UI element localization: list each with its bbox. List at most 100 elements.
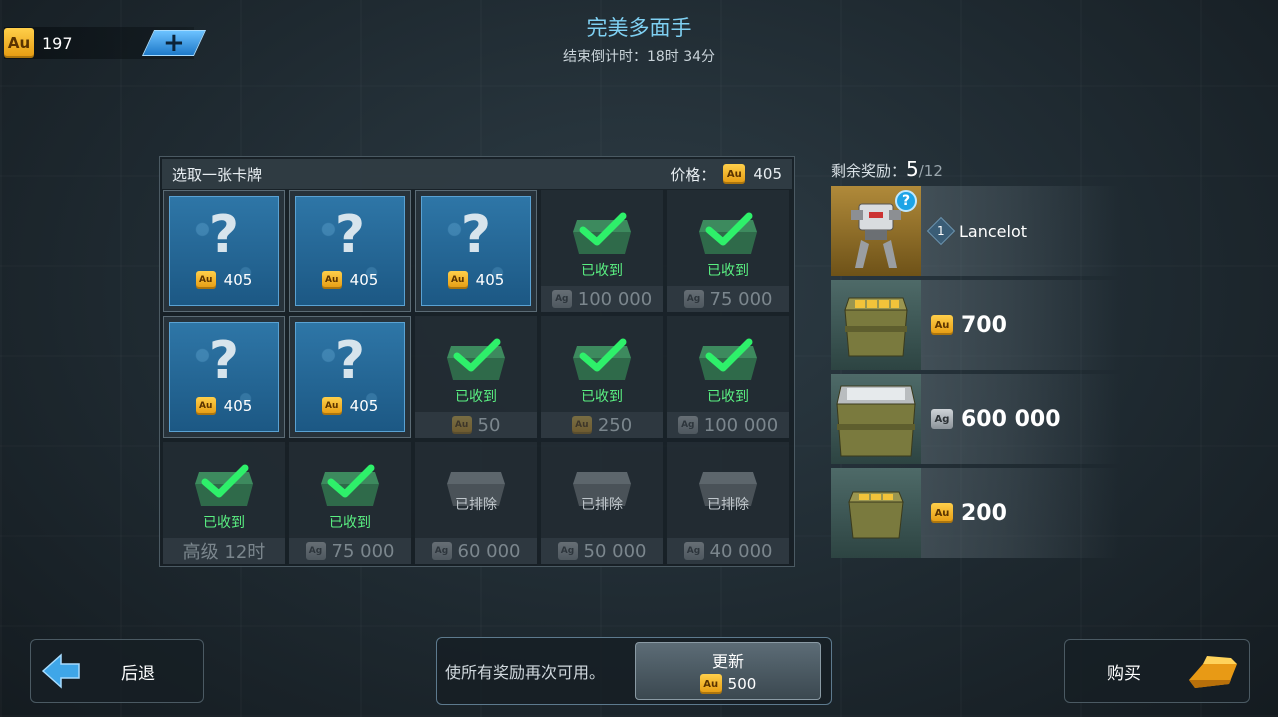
refresh-panel: 使所有奖励再次可用。 更新 Au 500 bbox=[436, 637, 832, 705]
card-panel: 选取一张卡牌 价格： Au 405 ? Au 405? Au 405? Au 405 已收到 A… bbox=[159, 156, 795, 567]
gold-icon: Au bbox=[321, 271, 342, 289]
question-mark-icon: ? bbox=[334, 331, 366, 391]
silver-icon: Ag bbox=[677, 416, 698, 434]
checkmark-icon bbox=[705, 338, 753, 372]
reward-row-robot[interactable]: ? 1 Lancelot bbox=[831, 186, 1121, 276]
hidden-card[interactable]: ? Au 405 bbox=[289, 316, 411, 438]
silver-icon: Ag bbox=[931, 409, 953, 429]
received-card: 已收到 Ag 100 000 bbox=[541, 190, 663, 312]
gold-icon: Au bbox=[699, 674, 722, 694]
robot-thumbnail: ? bbox=[831, 186, 921, 276]
silver-crate-icon bbox=[836, 385, 916, 457]
hidden-card[interactable]: ? Au 405 bbox=[415, 190, 537, 312]
gold-icon: Au bbox=[451, 416, 472, 434]
silver-icon: Ag bbox=[305, 542, 326, 560]
reward-row-gold[interactable]: Au 200 bbox=[831, 468, 1121, 558]
reward-strip: Ag 75 000 bbox=[289, 538, 411, 564]
card-grid: ? Au 405? Au 405? Au 405 已收到 Ag 100 000 已收到 Ag 75 00… bbox=[163, 190, 789, 564]
excluded-card: 已排除 Ag 40 000 bbox=[667, 442, 789, 564]
gold-icon: Au bbox=[447, 271, 468, 289]
event-countdown: 结束倒计时：18时 34分 bbox=[562, 49, 716, 65]
card-cost: Au 405 bbox=[321, 271, 378, 289]
reward-strip: Au 50 bbox=[415, 412, 537, 438]
robot-name: Lancelot bbox=[959, 221, 1028, 241]
back-button[interactable]: 后退 bbox=[30, 639, 204, 703]
remaining-total: /12 bbox=[918, 162, 943, 180]
back-arrow-icon bbox=[31, 653, 91, 689]
price-label: 价格： bbox=[670, 165, 716, 184]
received-card: 已收到高级 12时 bbox=[163, 442, 285, 564]
reward-value: 75 000 bbox=[709, 288, 773, 310]
event-title: 完美多面手 bbox=[586, 16, 692, 40]
card-cost: Au 405 bbox=[321, 397, 378, 415]
refresh-button[interactable]: 更新 Au 500 bbox=[635, 642, 821, 700]
reward-strip: Ag 100 000 bbox=[667, 412, 789, 438]
hidden-card[interactable]: ? Au 405 bbox=[163, 316, 285, 438]
card-face: ? Au 405 bbox=[295, 196, 405, 306]
card-face: ? Au 405 bbox=[295, 322, 405, 432]
hidden-card[interactable]: ? Au 405 bbox=[163, 190, 285, 312]
remaining-count: 5 bbox=[906, 157, 919, 181]
gold-icon: Au bbox=[195, 271, 216, 289]
robot-info: 1 Lancelot bbox=[926, 216, 1028, 246]
reward-value: 40 000 bbox=[709, 540, 773, 562]
checkmark-icon bbox=[327, 464, 375, 498]
status-label: 已收到 bbox=[581, 389, 623, 405]
reward-list: ? 1 Lancelot Au 700 Ag 600 000 Au 200 bbox=[831, 186, 1121, 562]
reward-strip: Ag 50 000 bbox=[541, 538, 663, 564]
status-label: 已收到 bbox=[707, 263, 749, 279]
excluded-card: 已排除 Ag 50 000 bbox=[541, 442, 663, 564]
price-value: 405 bbox=[753, 165, 782, 183]
refresh-label: 更新 bbox=[711, 652, 744, 671]
card-cost: Au 405 bbox=[195, 397, 252, 415]
refresh-cost: Au 500 bbox=[699, 674, 756, 694]
reward-value: 60 000 bbox=[457, 540, 521, 562]
status-label: 已收到 bbox=[581, 263, 623, 279]
buy-label: 购买 bbox=[1107, 663, 1141, 684]
silver-icon: Ag bbox=[557, 542, 578, 560]
remaining-rewards: 剩余奖励：5/12 bbox=[831, 157, 943, 181]
reward-row-gold[interactable]: Au 700 bbox=[831, 280, 1121, 370]
reward-value: 75 000 bbox=[331, 540, 395, 562]
question-mark-icon: ? bbox=[334, 205, 366, 265]
question-mark-icon: ? bbox=[208, 331, 240, 391]
gold-bar-icon bbox=[1189, 656, 1237, 688]
buy-button[interactable]: 购买 bbox=[1064, 639, 1250, 703]
reward-amount: Ag 600 000 bbox=[931, 407, 1061, 432]
card-face: ? Au 405 bbox=[169, 322, 279, 432]
card-cost: Au 405 bbox=[195, 271, 252, 289]
reward-value: 50 000 bbox=[583, 540, 647, 562]
reward-value: 100 000 bbox=[703, 414, 779, 436]
back-label: 后退 bbox=[121, 663, 155, 684]
help-icon[interactable]: ? bbox=[895, 190, 917, 212]
question-mark-icon: ? bbox=[460, 205, 492, 265]
status-label: 已收到 bbox=[707, 389, 749, 405]
gold-icon: Au bbox=[195, 397, 216, 415]
question-mark-icon: ? bbox=[208, 205, 240, 265]
reward-amount: Au 200 bbox=[931, 501, 1007, 526]
silver-icon: Ag bbox=[431, 542, 452, 560]
gold-icon: Au bbox=[931, 315, 953, 335]
reward-value: 250 bbox=[597, 414, 633, 436]
reward-value: 高级 12时 bbox=[182, 542, 266, 563]
gold-crate-icon bbox=[848, 491, 904, 539]
silver-crate-thumbnail bbox=[831, 374, 921, 464]
status-label: 已收到 bbox=[203, 515, 245, 531]
received-card: 已收到 Ag 75 000 bbox=[667, 190, 789, 312]
silver-icon: Ag bbox=[683, 542, 704, 560]
gold-icon: Au bbox=[931, 503, 953, 523]
reward-row-silver[interactable]: Ag 600 000 bbox=[831, 374, 1121, 464]
reward-strip: Ag 60 000 bbox=[415, 538, 537, 564]
gold-icon: Au bbox=[723, 164, 746, 184]
gold-crate-icon bbox=[844, 297, 908, 357]
reward-amount: Au 700 bbox=[931, 313, 1007, 338]
card-face: ? Au 405 bbox=[169, 196, 279, 306]
refresh-description: 使所有奖励再次可用。 bbox=[445, 663, 606, 682]
checkmark-icon bbox=[705, 212, 753, 246]
received-card: 已收到 Ag 100 000 bbox=[667, 316, 789, 438]
hidden-card[interactable]: ? Au 405 bbox=[289, 190, 411, 312]
reward-strip: Au 250 bbox=[541, 412, 663, 438]
level-badge: 1 bbox=[926, 216, 956, 246]
status-label: 已收到 bbox=[329, 515, 371, 531]
reward-value: 100 000 bbox=[577, 288, 653, 310]
